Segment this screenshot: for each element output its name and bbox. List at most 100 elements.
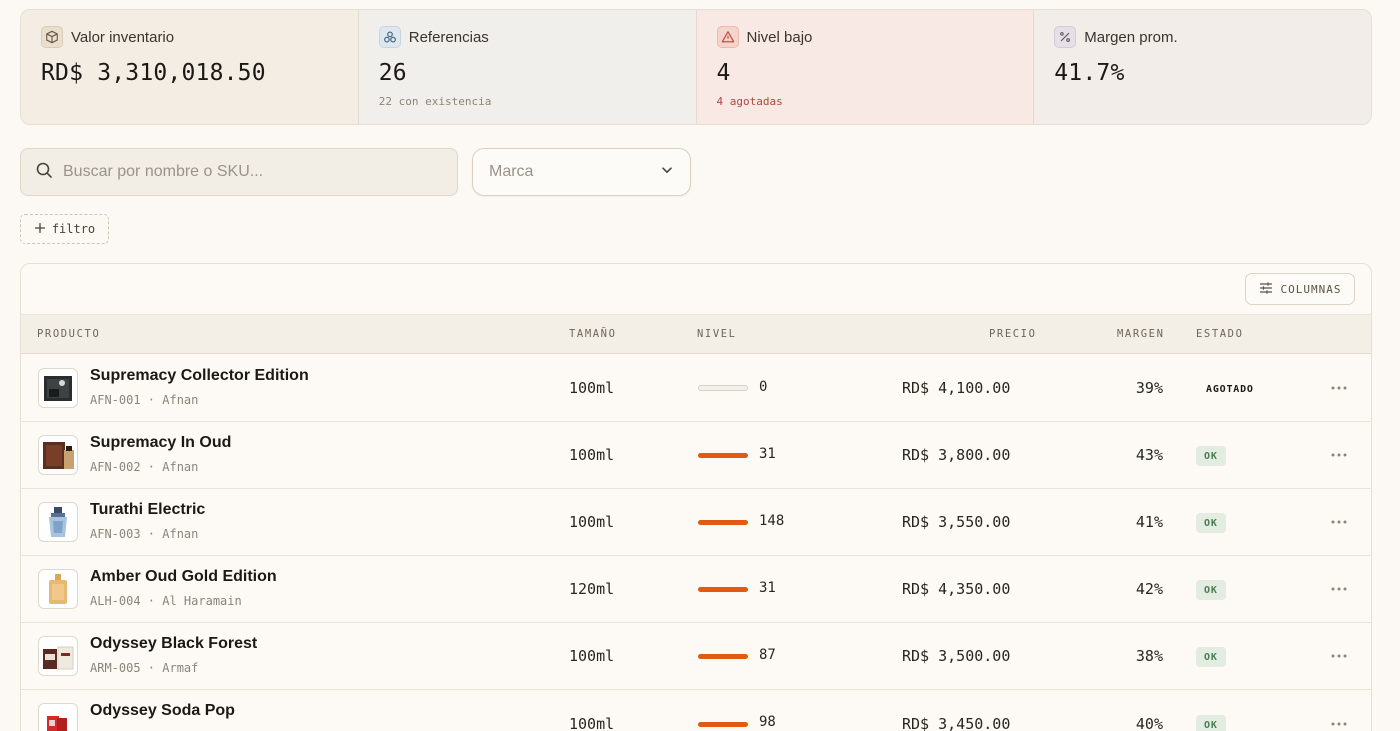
percent-icon — [1054, 26, 1077, 48]
product-size: 100ml — [569, 513, 615, 531]
product-price: RD$ 4,100.00 — [902, 379, 1011, 397]
product-thumbnail — [38, 502, 78, 542]
sliders-icon — [1259, 281, 1273, 298]
stat-label: Valor inventario — [71, 28, 175, 46]
product-price: RD$ 3,450.00 — [902, 715, 1011, 731]
status-badge: OK — [1196, 715, 1226, 731]
product-margin: 41% — [1135, 513, 1163, 531]
stat-label: Margen prom. — [1084, 28, 1178, 46]
level-value: 31 — [759, 580, 776, 596]
more-options-icon[interactable] — [1330, 716, 1348, 731]
product-size: 100ml — [569, 379, 615, 397]
more-options-icon[interactable] — [1330, 447, 1348, 463]
product-margin: 38% — [1135, 647, 1163, 665]
search-icon — [35, 161, 53, 184]
product-thumbnail — [38, 703, 78, 731]
product-thumbnail — [38, 435, 78, 475]
level-bar — [698, 385, 748, 391]
level-bar — [698, 654, 748, 659]
stat-inventory-value: Valor inventario RD$ 3,310,018.50 — [21, 10, 359, 124]
stat-label: Referencias — [408, 28, 489, 46]
level-value: 31 — [759, 446, 776, 462]
product-size: 100ml — [569, 647, 615, 665]
inventory-stats: Valor inventario RD$ 3,310,018.50 Refere… — [20, 9, 1372, 125]
brand-select[interactable]: Marca — [472, 148, 691, 196]
level-bar — [698, 722, 748, 727]
product-thumbnail — [38, 368, 78, 408]
product-sku-brand: ALH-004 · Al Haramain — [90, 594, 242, 608]
product-thumbnail — [38, 636, 78, 676]
product-price: RD$ 3,800.00 — [902, 446, 1011, 464]
product-name[interactable]: Turathi Electric — [90, 501, 205, 519]
product-size: 100ml — [569, 715, 615, 731]
header-price[interactable]: PRECIO — [989, 328, 1037, 340]
product-size: 120ml — [569, 580, 615, 598]
header-size[interactable]: TAMAÑO — [569, 328, 617, 340]
product-price: RD$ 3,500.00 — [902, 647, 1011, 665]
product-margin: 42% — [1135, 580, 1163, 598]
add-filter-button[interactable]: filtro — [20, 214, 109, 244]
brand-select-placeholder: Marca — [489, 163, 534, 180]
product-margin: 40% — [1135, 715, 1163, 731]
table-row[interactable]: Turathi Electric AFN-003 · Afnan 100ml 1… — [21, 489, 1371, 556]
table-row[interactable]: Amber Oud Gold Edition ALH-004 · Al Hara… — [21, 556, 1371, 623]
header-margin[interactable]: MARGEN — [1117, 328, 1165, 340]
level-bar — [698, 520, 748, 525]
product-size: 100ml — [569, 446, 615, 464]
status-badge: OK — [1196, 446, 1226, 466]
level-value: 148 — [759, 513, 785, 529]
product-sku-brand: AFN-001 · Afnan — [90, 393, 199, 407]
level-bar — [698, 587, 748, 592]
product-name[interactable]: Supremacy Collector Edition — [90, 367, 309, 385]
stat-subtext: 4 agotadas — [716, 95, 783, 108]
status-badge: OK — [1196, 580, 1226, 600]
product-name[interactable]: Odyssey Black Forest — [90, 635, 257, 653]
more-options-icon[interactable] — [1330, 581, 1348, 597]
stat-value: 26 — [378, 60, 407, 86]
product-name[interactable]: Supremacy In Oud — [90, 434, 231, 452]
status-badge: OK — [1196, 513, 1226, 533]
stat-value: 41.7% — [1054, 60, 1125, 86]
product-margin: 43% — [1135, 446, 1163, 464]
search-placeholder: Buscar por nombre o SKU... — [63, 163, 264, 180]
product-sku-brand: ARM-005 · Armaf — [90, 661, 199, 675]
product-thumbnail — [38, 569, 78, 609]
more-options-icon[interactable] — [1330, 514, 1348, 530]
header-status[interactable]: ESTADO — [1196, 328, 1244, 340]
product-sku-brand: AFN-003 · Afnan — [90, 527, 199, 541]
status-badge: OK — [1196, 647, 1226, 667]
stat-references: Referencias 26 22 con existencia — [358, 10, 697, 124]
table-row[interactable]: Odyssey Soda Pop 100ml 98 RD$ 3,450.00 4… — [21, 690, 1371, 731]
level-bar — [698, 453, 748, 458]
table-row[interactable]: Supremacy In Oud AFN-002 · Afnan 100ml 3… — [21, 422, 1371, 489]
table-row[interactable]: Supremacy Collector Edition AFN-001 · Af… — [21, 355, 1371, 422]
product-name[interactable]: Amber Oud Gold Edition — [90, 568, 277, 586]
level-value: 87 — [759, 647, 776, 663]
status-badge: AGOTADO — [1206, 383, 1254, 395]
stat-avg-margin: Margen prom. 41.7% — [1034, 10, 1371, 124]
more-options-icon[interactable] — [1330, 648, 1348, 664]
product-name[interactable]: Odyssey Soda Pop — [90, 702, 235, 720]
more-options-icon[interactable] — [1330, 380, 1348, 396]
header-level[interactable]: NIVEL — [697, 328, 737, 340]
level-value: 0 — [759, 379, 768, 395]
alert-triangle-icon — [716, 26, 739, 48]
header-product[interactable]: PRODUCTO — [37, 328, 100, 340]
table-row[interactable]: Odyssey Black Forest ARM-005 · Armaf 100… — [21, 623, 1371, 690]
stat-subtext: 22 con existencia — [378, 95, 492, 108]
plus-icon — [34, 222, 46, 237]
level-value: 98 — [759, 714, 776, 730]
table-header: PRODUCTO TAMAÑO NIVEL PRECIO MARGEN ESTA… — [21, 314, 1371, 354]
stat-value: 4 — [716, 60, 731, 86]
columns-button[interactable]: COLUMNAS — [1245, 273, 1355, 305]
add-filter-label: filtro — [51, 222, 96, 236]
products-table: COLUMNAS PRODUCTO TAMAÑO NIVEL PRECIO MA… — [20, 263, 1372, 731]
stat-value: RD$ 3,310,018.50 — [41, 60, 266, 86]
box-icon — [41, 26, 63, 48]
product-price: RD$ 3,550.00 — [902, 513, 1011, 531]
chevron-down-icon — [660, 163, 674, 182]
product-price: RD$ 4,350.00 — [902, 580, 1011, 598]
product-sku-brand: AFN-002 · Afnan — [90, 460, 199, 474]
search-input[interactable]: Buscar por nombre o SKU... — [20, 148, 458, 196]
boxes-icon — [378, 26, 401, 48]
